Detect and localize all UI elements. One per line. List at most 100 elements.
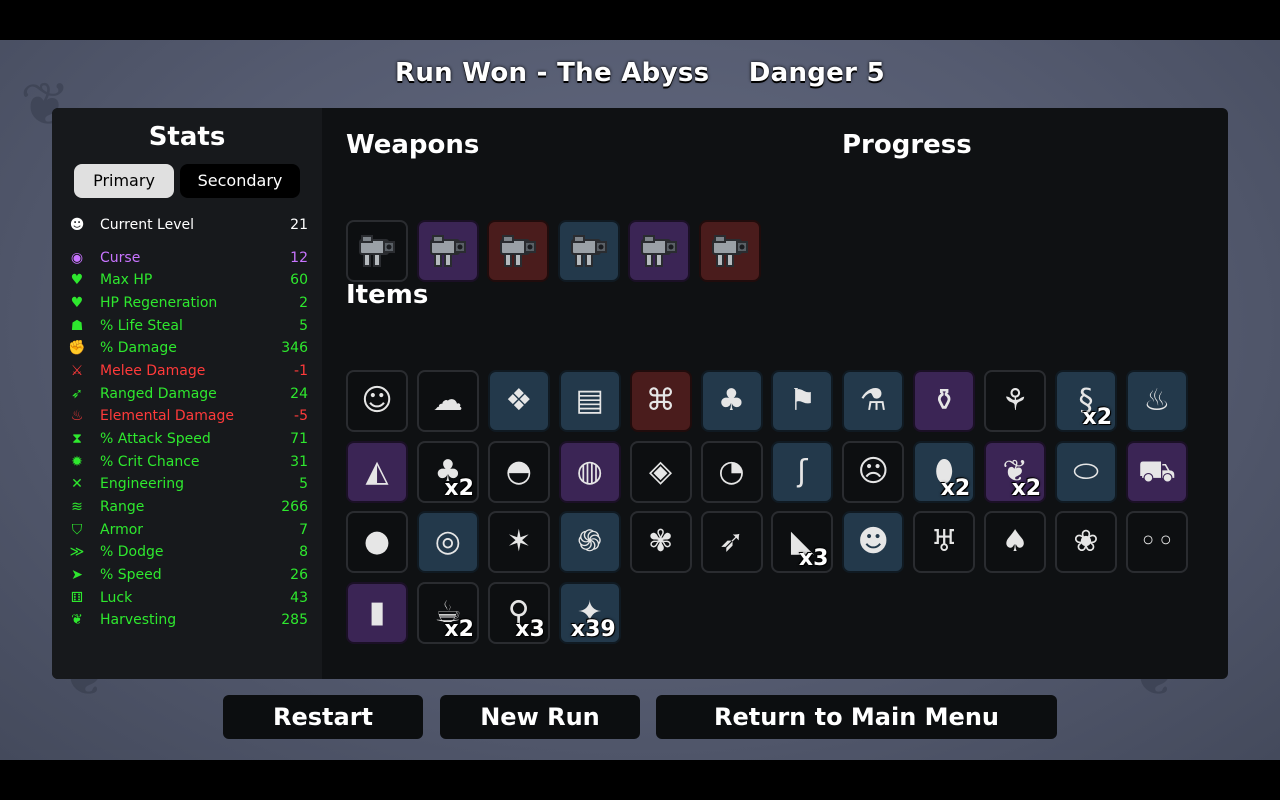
stat-value: 5 (299, 318, 308, 334)
item-slot[interactable]: ◎ (416, 511, 479, 574)
item-slot[interactable]: ☁ (416, 370, 479, 432)
item-slot[interactable]: ◭ (346, 440, 408, 503)
item-slot[interactable]: ♅ (913, 511, 976, 574)
item-slot[interactable]: ☻ (842, 511, 905, 574)
item-slot[interactable]: ◔ (700, 440, 763, 503)
stat-value: 26 (290, 567, 308, 583)
item-slot[interactable]: ⚱ (913, 370, 976, 432)
stat-label: Ranged Damage (100, 386, 217, 402)
item-slot[interactable]: ✶ (487, 511, 550, 574)
run-result-header: Run Won - The Abyss Danger 5 (0, 58, 1280, 88)
item-slot[interactable]: ✾ (629, 511, 692, 574)
tab-secondary[interactable]: Secondary (180, 164, 300, 198)
item-slot[interactable]: § x2 (1055, 370, 1117, 432)
stat-row[interactable]: ✊ % Damage 346 (68, 337, 308, 359)
item-slot[interactable]: ʃ (771, 440, 834, 503)
item-slot[interactable]: ⛟ (1125, 440, 1188, 503)
item-slot[interactable]: ♠ (984, 511, 1047, 574)
stat-label: % Crit Chance (100, 454, 200, 470)
stat-label: Armor (100, 522, 144, 538)
item-slot[interactable]: ➶ (700, 511, 763, 574)
stat-row[interactable]: ♨ Elemental Damage -5 (68, 405, 308, 427)
stat-value: 21 (290, 217, 308, 233)
weapon-slot[interactable] (628, 220, 691, 282)
sprout-icon: ⚘ (1001, 383, 1029, 418)
stat-row[interactable]: ⧗ % Attack Speed 71 (68, 428, 308, 450)
item-slot[interactable]: ♣ x2 (416, 440, 479, 503)
item-slot[interactable]: ▮ (346, 582, 408, 645)
item-slot[interactable]: ◣ x3 (771, 511, 834, 574)
stat-row[interactable]: ≫ % Dodge 8 (68, 541, 308, 563)
weapon-slot[interactable] (487, 220, 550, 282)
stat-value: 24 (290, 386, 308, 402)
item-slot[interactable]: ● (346, 511, 408, 574)
danger-level: Danger 5 (748, 58, 885, 88)
item-slot[interactable]: ☺ (346, 370, 408, 432)
new-run-button[interactable]: New Run (440, 695, 640, 739)
stat-row[interactable]: ⚅ Luck 43 (68, 587, 308, 609)
level-icon: ☻ (69, 217, 85, 233)
results-panel: Stats Primary Secondary ☻ Current Level 21… (52, 108, 1228, 679)
item-slot[interactable]: ◈ (629, 440, 692, 503)
robot-spider-icon: ⌘ (645, 383, 676, 418)
stat-value: 2 (299, 295, 308, 311)
stat-row[interactable]: ❦ Harvesting 285 (68, 609, 308, 631)
item-slot[interactable]: ◦◦ (1125, 511, 1188, 574)
harvesting-icon: ❦ (71, 612, 83, 628)
weapon-slot[interactable] (557, 220, 620, 282)
turret-gun-icon (641, 235, 678, 267)
stat-row[interactable]: ✕ Engineering 5 (68, 473, 308, 495)
item-slot[interactable]: ▤ (558, 370, 621, 432)
stat-row[interactable]: ◉ Curse 12 (68, 247, 308, 269)
stat-row[interactable]: ⚔ Melee Damage -1 (68, 360, 308, 382)
item-slot[interactable]: ⬮ x2 (913, 440, 976, 503)
item-slot[interactable]: ☕ x2 (416, 582, 479, 645)
stat-label: HP Regeneration (100, 295, 218, 311)
item-slot[interactable]: ⚘ (984, 370, 1047, 432)
stat-label: % Attack Speed (100, 431, 211, 447)
stat-row[interactable]: ☗ % Life Steal 5 (68, 315, 308, 337)
item-slot[interactable]: ❀ (1055, 511, 1117, 574)
item-slot[interactable]: ◍ (558, 440, 621, 503)
stat-value: 7 (299, 522, 308, 538)
item-slot[interactable]: ⬭ (1055, 440, 1117, 503)
stat-label: Luck (100, 590, 133, 606)
item-slot[interactable]: ◓ (487, 440, 550, 503)
stat-label: % Dodge (100, 544, 164, 560)
mushroom-icon: ♠ (1001, 524, 1029, 560)
item-slot[interactable]: ⚲ x3 (487, 582, 550, 645)
stat-row[interactable]: ⛉ Armor 7 (68, 519, 308, 541)
run-result-title: Run Won - The Abyss (395, 58, 710, 88)
item-slot[interactable]: ❖ (487, 370, 550, 432)
stat-row[interactable]: ➤ % Speed 26 (68, 564, 308, 586)
stat-row[interactable]: ≋ Range 266 (68, 496, 308, 518)
tab-primary[interactable]: Primary (74, 164, 174, 198)
main-menu-button[interactable]: Return to Main Menu (656, 695, 1057, 739)
item-slot[interactable]: ✦ x39 (558, 582, 621, 645)
stat-row[interactable]: ♥ HP Regeneration 2 (68, 292, 308, 314)
item-slot[interactable]: ⚗ (842, 370, 905, 432)
items-title: Items (346, 280, 429, 310)
item-slot[interactable]: ♣ (700, 370, 763, 432)
item-slot[interactable]: ⌘ (629, 370, 692, 432)
red-banner-icon: ⚑ (788, 383, 816, 418)
stat-label: Range (100, 499, 145, 515)
armor-icon: ⛉ (71, 522, 83, 538)
item-slot[interactable]: ♨ (1125, 370, 1188, 432)
stat-row[interactable]: ♥ Max HP 60 (68, 269, 308, 291)
item-slot[interactable]: ⚑ (771, 370, 834, 432)
restart-button[interactable]: Restart (223, 695, 423, 739)
item-slot[interactable]: ֍ (558, 511, 621, 574)
stat-row[interactable]: ☻ Current Level 21 (68, 214, 308, 236)
progress-title: Progress (842, 130, 972, 160)
weapon-slot[interactable] (699, 220, 761, 282)
stat-row[interactable]: ➶ Ranged Damage 24 (68, 383, 308, 405)
item-slot[interactable]: ❦ x2 (984, 440, 1047, 503)
stat-row[interactable]: ✹ % Crit Chance 31 (68, 451, 308, 473)
stat-value: 8 (299, 544, 308, 560)
ghost-hat-icon: ☺ (361, 383, 393, 418)
item-slot[interactable]: ☹ (842, 440, 905, 503)
weapon-slot[interactable] (416, 220, 479, 282)
stat-value: 31 (290, 454, 308, 470)
weapon-slot[interactable] (346, 220, 408, 282)
